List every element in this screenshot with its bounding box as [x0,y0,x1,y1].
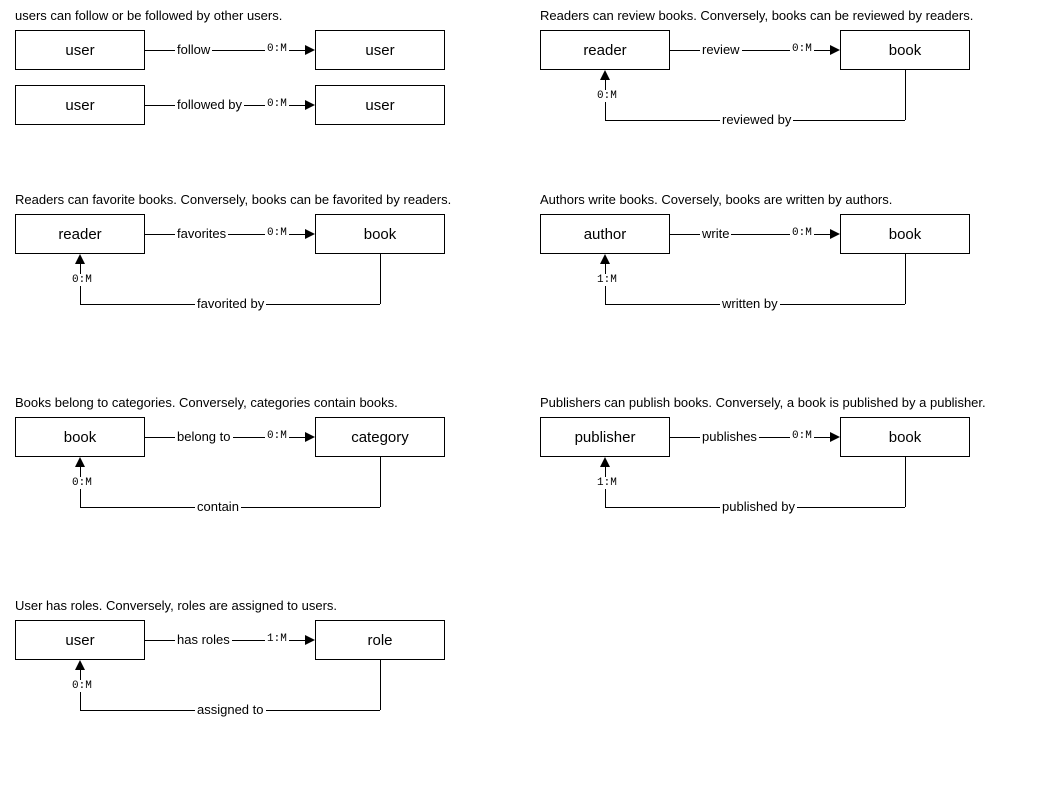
cardinality-label: 0:M [790,43,814,55]
entity-box: user [15,620,145,660]
relation-line [380,660,381,710]
diagram-caption: Publishers can publish books. Conversely… [540,395,986,410]
entity-box: role [315,620,445,660]
relation-line [905,70,906,120]
arrow-right-icon [305,432,315,442]
cardinality-label: 0:M [265,430,289,442]
entity-label: category [351,429,409,446]
relation-line [380,457,381,507]
arrow-right-icon [305,229,315,239]
relation-line [905,254,906,304]
diagram-caption: Authors write books. Coversely, books ar… [540,192,892,207]
entity-box: user [15,30,145,70]
relation-label: followed by [175,97,244,112]
diagram-caption: User has roles. Conversely, roles are as… [15,598,337,613]
cardinality-label: 1:M [595,274,619,286]
entity-box: book [840,30,970,70]
entity-label: book [889,42,922,59]
arrow-up-icon [75,254,85,264]
relation-label: follow [175,42,212,57]
diagram-caption: Readers can review books. Conversely, bo… [540,8,973,23]
entity-box: user [15,85,145,125]
arrow-right-icon [305,100,315,110]
arrow-up-icon [75,660,85,670]
relation-label: assigned to [195,702,266,717]
cardinality-label: 1:M [265,633,289,645]
arrow-up-icon [75,457,85,467]
relation-label: write [700,226,731,241]
entity-box: book [840,214,970,254]
entity-box: book [15,417,145,457]
cardinality-label: 0:M [70,477,94,489]
entity-box: book [840,417,970,457]
cardinality-label: 0:M [790,430,814,442]
entity-box: reader [15,214,145,254]
arrow-up-icon [600,254,610,264]
relation-line [905,457,906,507]
relation-label: published by [720,499,797,514]
entity-label: author [584,226,627,243]
entity-label: book [64,429,97,446]
arrow-right-icon [305,45,315,55]
arrow-right-icon [305,635,315,645]
arrow-up-icon [600,70,610,80]
entity-label: user [365,97,394,114]
entity-label: user [65,42,94,59]
relation-label: contain [195,499,241,514]
cardinality-label: 0:M [265,43,289,55]
diagram-caption: Readers can favorite books. Conversely, … [15,192,451,207]
entity-box: author [540,214,670,254]
diagram-caption: Books belong to categories. Conversely, … [15,395,398,410]
relation-line [380,254,381,304]
entity-label: book [889,429,922,446]
relation-label: publishes [700,429,759,444]
entity-box: category [315,417,445,457]
entity-box: publisher [540,417,670,457]
entity-label: reader [583,42,626,59]
diagram-caption: users can follow or be followed by other… [15,8,282,23]
relation-label: reviewed by [720,112,793,127]
arrow-up-icon [600,457,610,467]
entity-label: reader [58,226,101,243]
arrow-right-icon [830,432,840,442]
cardinality-label: 0:M [70,274,94,286]
relation-label: has roles [175,632,232,647]
entity-label: book [889,226,922,243]
relation-label: belong to [175,429,233,444]
cardinality-label: 0:M [265,98,289,110]
cardinality-label: 0:M [70,680,94,692]
cardinality-label: 0:M [595,90,619,102]
er-diagram-canvas: users can follow or be followed by other… [0,0,1042,800]
entity-box: user [315,85,445,125]
entity-box: book [315,214,445,254]
entity-label: book [364,226,397,243]
cardinality-label: 0:M [265,227,289,239]
entity-label: user [65,97,94,114]
entity-label: role [367,632,392,649]
arrow-right-icon [830,229,840,239]
entity-label: user [365,42,394,59]
entity-label: publisher [575,429,636,446]
entity-box: user [315,30,445,70]
relation-label: favorites [175,226,228,241]
cardinality-label: 0:M [790,227,814,239]
cardinality-label: 1:M [595,477,619,489]
relation-label: favorited by [195,296,266,311]
entity-label: user [65,632,94,649]
arrow-right-icon [830,45,840,55]
relation-label: review [700,42,742,57]
relation-label: written by [720,296,780,311]
entity-box: reader [540,30,670,70]
